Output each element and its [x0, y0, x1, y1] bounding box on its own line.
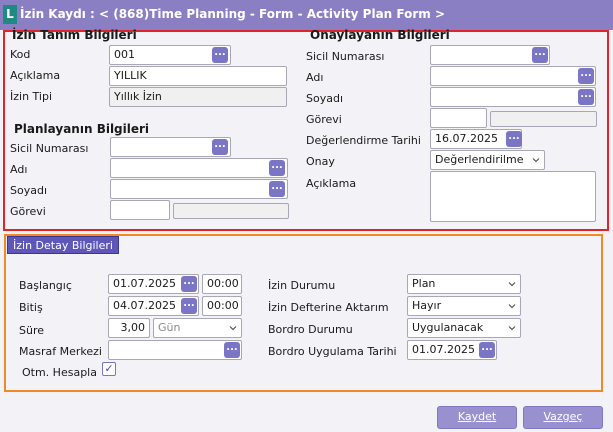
planner-surname-label: Soyadı — [10, 184, 48, 197]
payroll-date-label: Bordro Uygulama Tarihi — [268, 345, 397, 358]
tab-leave-detail[interactable]: İzin Detay Bilgileri — [7, 236, 119, 254]
cost-center-field[interactable] — [108, 340, 242, 360]
ledger-transfer-select[interactable]: Hayır — [407, 296, 521, 316]
planner-registry-label: Sicil Numarası — [10, 142, 89, 155]
payroll-status-label: Bordro Durumu — [268, 323, 353, 336]
approver-heading: Onaylayanın Bilgileri — [310, 28, 450, 42]
app-logo-icon: L — [3, 5, 17, 24]
save-button[interactable]: Kaydet — [437, 406, 517, 429]
code-label: Kod — [10, 48, 31, 61]
evaluation-date-lookup-icon[interactable]: ... — [506, 131, 522, 147]
evaluation-date-label: Değerlendirme Tarihi — [306, 134, 421, 147]
approver-name-lookup-icon[interactable]: ... — [578, 68, 594, 84]
planner-surname-field[interactable] — [110, 179, 288, 199]
planner-name-label: Adı — [10, 163, 28, 176]
approver-surname-field[interactable] — [430, 87, 596, 107]
approver-surname-label: Soyadı — [306, 92, 344, 105]
payroll-status-chevron-down-icon[interactable] — [507, 323, 517, 333]
ledger-transfer-chevron-down-icon[interactable] — [507, 301, 517, 311]
payroll-status-select[interactable]: Uygulanacak — [407, 318, 521, 338]
end-time-field[interactable]: 00:00 — [202, 296, 242, 316]
start-date-lookup-icon[interactable]: ... — [181, 276, 197, 292]
approval-label: Onay — [306, 155, 335, 168]
approver-surname-lookup-icon[interactable]: ... — [578, 89, 594, 105]
title-bar: L İzin Kaydı : < (868)Time Planning - Fo… — [0, 0, 613, 30]
approver-name-field[interactable] — [430, 66, 596, 86]
approver-role-desc-field — [490, 111, 597, 127]
checkmark-icon: ✓ — [104, 362, 114, 375]
planner-role-desc-field — [173, 203, 289, 219]
approver-role-code-field[interactable] — [430, 108, 487, 128]
approval-note-label: Açıklama — [306, 177, 357, 190]
cost-center-lookup-icon[interactable]: ... — [224, 342, 240, 358]
approval-note-textarea[interactable] — [430, 171, 596, 222]
leave-type-field: Yıllık İzin — [109, 87, 287, 107]
duration-field[interactable]: 3,00 — [108, 318, 150, 338]
planner-name-lookup-icon[interactable]: ... — [269, 160, 285, 176]
code-lookup-icon[interactable]: ... — [212, 47, 228, 63]
cancel-button[interactable]: Vazgeç — [523, 406, 603, 429]
planner-role-code-field[interactable] — [110, 200, 170, 220]
planner-role-label: Görevi — [10, 205, 46, 218]
auto-calc-checkbox[interactable]: ✓ — [102, 362, 116, 376]
planner-surname-lookup-icon[interactable]: ... — [269, 181, 285, 197]
description-label: Açıklama — [10, 69, 61, 82]
leave-status-chevron-down-icon[interactable] — [507, 279, 517, 289]
approver-registry-lookup-icon[interactable]: ... — [532, 47, 548, 63]
start-time-field[interactable]: 00:00 — [202, 274, 242, 294]
approval-select[interactable]: Değerlendirilme — [430, 150, 545, 170]
approver-registry-label: Sicil Numarası — [306, 50, 385, 63]
leave-type-label: İzin Tipi — [10, 90, 53, 103]
ledger-transfer-label: İzin Defterine Aktarım — [268, 301, 389, 314]
planner-name-field[interactable] — [110, 158, 288, 178]
payroll-date-lookup-icon[interactable]: ... — [479, 342, 495, 358]
approver-role-label: Görevi — [306, 113, 342, 126]
leave-status-select[interactable]: Plan — [407, 274, 521, 294]
description-field[interactable]: YILLIK — [109, 66, 287, 86]
planner-registry-lookup-icon[interactable]: ... — [212, 139, 228, 155]
auto-calc-label: Otm. Hesapla — [22, 366, 97, 379]
leave-definition-heading: İzin Tanım Bilgileri — [12, 28, 137, 42]
duration-label: Süre — [19, 324, 45, 337]
approval-chevron-down-icon[interactable] — [531, 155, 541, 165]
end-date-lookup-icon[interactable]: ... — [181, 298, 197, 314]
planner-heading: Planlayanın Bilgileri — [14, 122, 150, 136]
leave-status-label: İzin Durumu — [268, 279, 336, 292]
start-label: Başlangıç — [19, 279, 72, 292]
window-title: İzin Kaydı : < (868)Time Planning - Form… — [20, 7, 446, 21]
approver-name-label: Adı — [306, 71, 324, 84]
duration-unit-chevron-down-icon[interactable] — [228, 323, 238, 333]
cost-center-label: Masraf Merkezi — [19, 345, 102, 358]
end-label: Bitiş — [19, 301, 43, 314]
